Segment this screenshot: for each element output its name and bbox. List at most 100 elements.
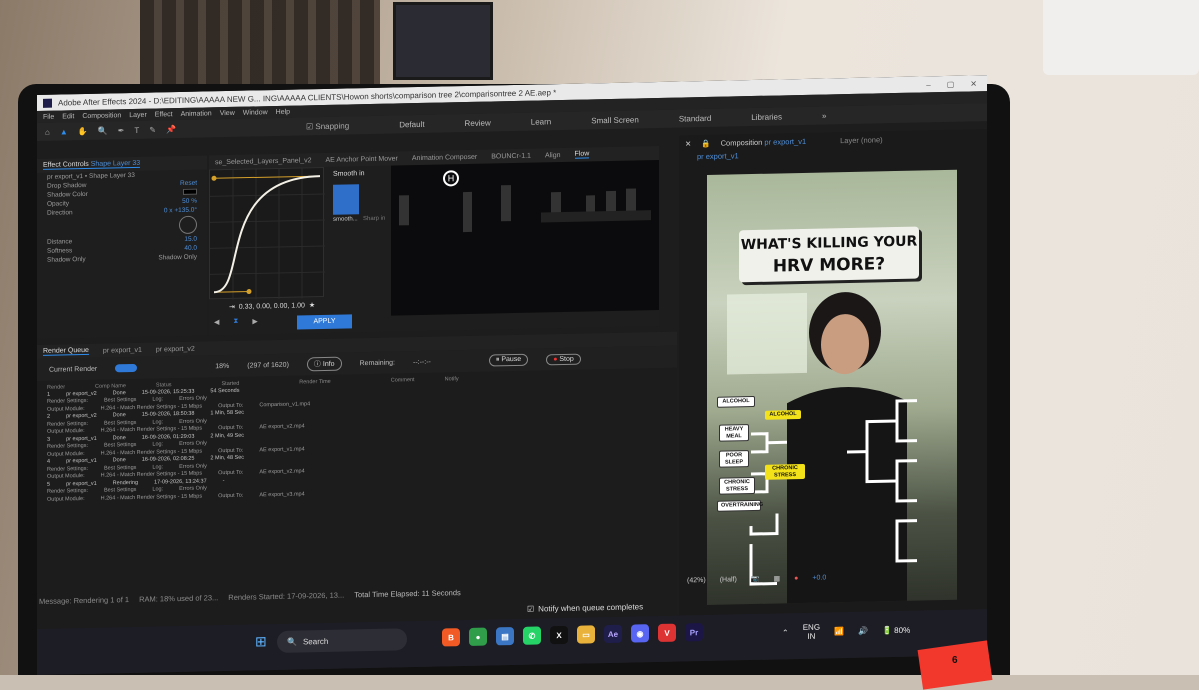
pen-tool-icon[interactable]: ✒ [118,126,125,135]
workspace-learn[interactable]: Learn [531,117,551,126]
app-after-effects-icon[interactable]: Ae [604,624,622,644]
close-tab-icon[interactable]: ✕ [685,139,691,148]
menu-view[interactable]: View [220,109,235,116]
tab-selected-layers[interactable]: se_Selected_Layers_Panel_v2 [215,157,312,166]
apply-button[interactable]: APPLY [297,314,352,330]
col-comp-name[interactable]: Comp Name [95,383,126,390]
col-render-time[interactable]: Render Time [299,379,331,386]
language-indicator[interactable]: ENG IN [803,623,820,641]
minimize-icon[interactable]: – [926,80,930,89]
next-icon[interactable]: ▶ [252,317,257,325]
tab-animation-composer[interactable]: Animation Composer [412,153,477,161]
prop-value[interactable]: 40.0 [184,245,197,252]
composition-viewer[interactable]: WHAT'S KILLING YOUR HRV MORE? ALCOHOL AL… [707,169,957,605]
col-status[interactable]: Status [156,382,172,388]
workspace-libraries[interactable]: Libraries [751,112,782,122]
app-premiere-icon[interactable]: Pr [685,623,703,642]
handle-point-2[interactable] [211,175,217,181]
selection-tool-icon[interactable]: ▲ [60,127,68,136]
split-icon[interactable]: ⧗ [233,318,238,326]
render-settings-value: Best Settings [103,397,137,404]
effect-reset-link[interactable]: Reset [180,180,197,187]
direction-dial[interactable] [179,215,197,235]
home-icon[interactable]: ⌂ [45,127,50,136]
app-explorer-icon[interactable]: ▭ [577,625,595,644]
preset-smooth-thumb[interactable] [333,184,359,215]
tab-render-queue[interactable]: Render Queue [43,346,89,356]
tab-pr-export-v1[interactable]: pr export_v1 [103,346,142,354]
tab-pr-export-v2[interactable]: pr export_v2 [156,345,195,353]
volume-icon[interactable]: 🔊 [858,626,868,635]
prop-value[interactable]: 15.0 [184,236,197,243]
handle-point-1[interactable] [246,289,252,295]
menu-animation[interactable]: Animation [181,110,212,118]
zoom-tool-icon[interactable]: 🔍 [98,126,108,135]
color-swatch[interactable] [183,188,197,195]
curve-graph[interactable] [209,166,325,300]
app-whatsapp-icon[interactable]: ✆ [523,626,541,645]
pin-tool-icon[interactable]: 📌 [166,125,176,134]
workspace-review[interactable]: Review [465,118,491,128]
workspace-default[interactable]: Default [399,119,424,129]
menu-help[interactable]: Help [276,108,290,115]
workspace-standard[interactable]: Standard [679,113,711,123]
shadow-only-checkbox[interactable]: Shadow Only [158,254,197,262]
menu-window[interactable]: Window [243,109,268,117]
workspace-overflow-icon[interactable]: » [822,111,826,120]
menu-edit[interactable]: Edit [62,113,74,120]
col-notify[interactable]: Notify [445,376,459,382]
zoom-select[interactable]: (42%) [687,576,706,583]
tab-composition[interactable]: Composition pr export_v1 [721,137,806,148]
app-x-icon[interactable]: X [550,625,568,645]
app-chrome-icon[interactable]: ● [469,627,487,646]
app-discord-icon[interactable]: ◉ [631,624,649,643]
channel-icon[interactable]: ● [794,575,798,582]
wifi-icon[interactable]: 📶 [834,627,844,636]
taskbar-search[interactable]: 🔍 Search [277,628,407,653]
col-started[interactable]: Started [222,381,240,387]
star-icon[interactable]: ★ [309,302,315,309]
col-comment[interactable]: Comment [391,377,415,383]
exposure-offset[interactable]: +0.0 [812,574,826,581]
pause-button[interactable]: ⏸ Pause [488,353,529,367]
preset-header: Smooth in [333,170,365,178]
grid-icon[interactable]: ▦ [774,574,781,582]
type-tool-icon[interactable]: T [134,125,139,134]
app-files-icon[interactable]: ▤ [496,627,514,646]
lock-icon[interactable]: 🔒 [701,139,710,148]
tab-align[interactable]: Align [545,152,561,159]
tag-chronic-stress-right: CHRONIC STRESS [765,463,805,480]
col-render[interactable]: Render [47,384,65,390]
battery-indicator[interactable]: 🔋 80% [882,625,910,635]
app-brave-icon[interactable]: B [442,628,460,647]
layer-tab[interactable]: Layer (none) [840,135,883,145]
output-to-value: AE export_v1.mp4 [259,446,305,454]
windows-start-icon[interactable]: ⊞ [255,633,267,650]
output-to-value: AE export_v2.mp4 [259,468,305,476]
tab-anchor-point-mover[interactable]: AE Anchor Point Mover [326,155,398,164]
quality-select[interactable]: (Half) [720,576,737,583]
workspace-small-screen[interactable]: Small Screen [591,115,639,125]
stop-button[interactable]: ● Stop [546,353,581,365]
menu-composition[interactable]: Composition [82,112,121,120]
maximize-icon[interactable]: ▢ [947,79,955,88]
menu-effect[interactable]: Effect [155,111,173,118]
info-button[interactable]: ⓘ Info [306,356,342,372]
brush-tool-icon[interactable]: ✎ [149,125,156,134]
hand-tool-icon[interactable]: ✋ [78,126,88,135]
snapping-checkbox[interactable]: ☑ Snapping [306,121,349,131]
tray-chevron-icon[interactable]: ⌃ [782,628,789,637]
menu-layer[interactable]: Layer [129,111,147,118]
curve-coords-text: 0.33, 0.00, 0.00, 1.00 [238,302,305,311]
prop-value[interactable]: 50 % [182,198,197,205]
close-icon[interactable]: ✕ [970,79,977,88]
menu-file[interactable]: File [43,113,54,120]
tab-bouncr[interactable]: BOUNCr-1.1 [491,152,531,160]
prop-value[interactable]: 0 x +135.0° [164,207,197,215]
tab-flow[interactable]: Flow [574,150,590,159]
snapshot-icon[interactable]: 📷 [751,575,760,583]
prev-icon[interactable]: ◀ [214,318,219,326]
tab-effect-controls[interactable]: Effect Controls Shape Layer 33 [43,159,141,170]
app-vivaldi-icon[interactable]: V [658,623,676,642]
copy-icon[interactable]: ⇥ [229,304,235,311]
